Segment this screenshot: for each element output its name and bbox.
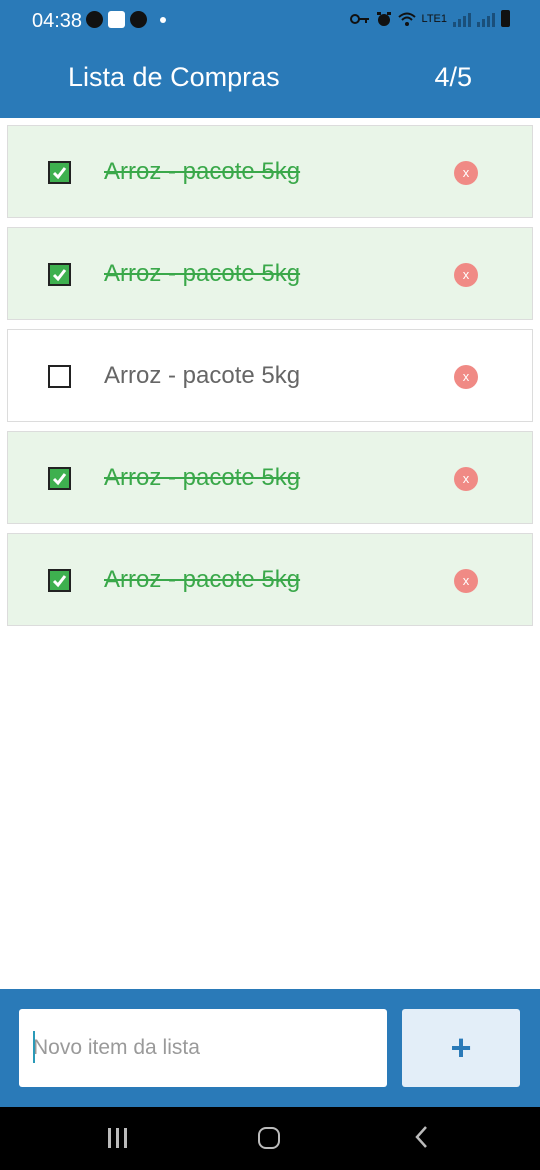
page-title: Lista de Compras bbox=[68, 62, 280, 92]
list-item[interactable]: Arroz - pacote 5kg x bbox=[7, 431, 533, 524]
bottom-input-bar: + bbox=[0, 989, 540, 1107]
more-dot-icon bbox=[160, 16, 166, 23]
check-icon bbox=[52, 167, 67, 180]
text-cursor bbox=[33, 1031, 35, 1063]
app-bar: Lista de Compras 4/5 bbox=[0, 42, 540, 118]
new-item-input[interactable] bbox=[19, 1009, 387, 1087]
back-icon[interactable] bbox=[412, 1123, 430, 1151]
image-icon bbox=[108, 11, 125, 28]
status-time: 04:38 bbox=[32, 10, 83, 32]
key-icon bbox=[349, 13, 369, 24]
item-checkbox[interactable] bbox=[48, 263, 71, 286]
navigation-icon bbox=[86, 11, 103, 28]
signal-icon bbox=[453, 11, 471, 27]
item-label: Arroz - pacote 5kg bbox=[104, 158, 301, 185]
item-label: Arroz - pacote 5kg bbox=[104, 566, 301, 593]
check-icon bbox=[52, 269, 67, 282]
delete-item-button[interactable]: x bbox=[454, 569, 478, 593]
battery-icon bbox=[501, 10, 510, 27]
item-checkbox[interactable] bbox=[48, 569, 71, 592]
shopping-list: Arroz - pacote 5kg x Arroz - pacote 5kg … bbox=[7, 125, 533, 635]
item-checkbox[interactable] bbox=[48, 467, 71, 490]
home-icon[interactable] bbox=[258, 1127, 280, 1149]
delete-item-button[interactable]: x bbox=[454, 161, 478, 185]
system-nav-bar bbox=[0, 1107, 540, 1170]
delete-item-button[interactable]: x bbox=[454, 365, 478, 389]
status-right-icons: LTE1 bbox=[349, 10, 510, 27]
network-label: LTE1 bbox=[421, 12, 447, 25]
notification-icon bbox=[130, 11, 147, 28]
item-checkbox[interactable] bbox=[48, 365, 71, 388]
recents-icon[interactable] bbox=[108, 1128, 127, 1148]
signal-icon bbox=[477, 11, 495, 27]
item-label: Arroz - pacote 5kg bbox=[104, 464, 301, 491]
list-item[interactable]: Arroz - pacote 5kg x bbox=[7, 533, 533, 626]
item-checkbox[interactable] bbox=[48, 161, 71, 184]
item-label: Arroz - pacote 5kg bbox=[104, 260, 301, 287]
list-item[interactable]: Arroz - pacote 5kg x bbox=[7, 329, 533, 422]
alarm-icon bbox=[376, 11, 391, 26]
add-item-button[interactable]: + bbox=[402, 1009, 520, 1087]
check-icon bbox=[52, 575, 67, 588]
checked-count: 4/5 bbox=[434, 62, 472, 92]
list-item[interactable]: Arroz - pacote 5kg x bbox=[7, 227, 533, 320]
list-item[interactable]: Arroz - pacote 5kg x bbox=[7, 125, 533, 218]
status-left-icons bbox=[86, 11, 166, 28]
delete-item-button[interactable]: x bbox=[454, 263, 478, 287]
check-icon bbox=[52, 473, 67, 486]
item-label: Arroz - pacote 5kg bbox=[104, 362, 301, 389]
delete-item-button[interactable]: x bbox=[454, 467, 478, 491]
status-bar: 04:38 LTE1 bbox=[0, 0, 540, 42]
wifi-icon bbox=[397, 12, 416, 26]
